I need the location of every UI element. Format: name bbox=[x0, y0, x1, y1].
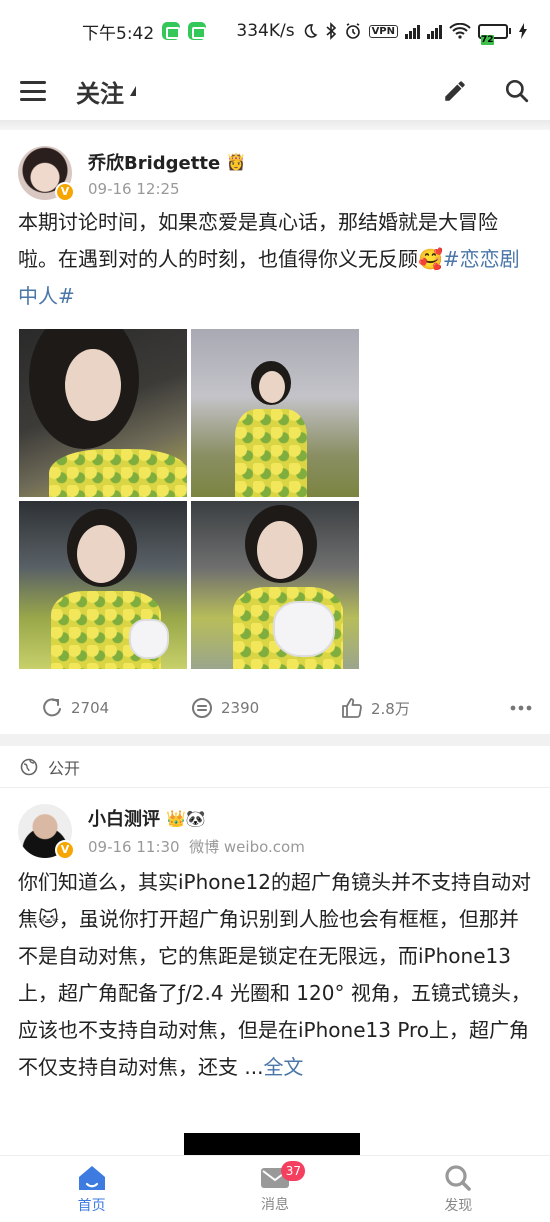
comment-icon bbox=[192, 698, 212, 718]
compose-icon[interactable] bbox=[442, 78, 468, 104]
repost-icon bbox=[43, 698, 61, 717]
app-notification-icon bbox=[188, 22, 207, 40]
comment-count: 2390 bbox=[221, 699, 260, 717]
search-icon[interactable] bbox=[504, 78, 530, 104]
post-image[interactable] bbox=[191, 501, 359, 669]
username[interactable]: 乔欣Bridgette bbox=[88, 149, 220, 175]
post-card[interactable]: V 小白测评 👑🐼 09-16 11:30 微博 weibo.com 你们知道么… bbox=[0, 788, 550, 1086]
thumbs-up-icon bbox=[342, 698, 362, 718]
verified-badge-icon: V bbox=[55, 182, 75, 202]
vpn-icon: VPN bbox=[368, 24, 398, 38]
wifi-icon bbox=[449, 23, 471, 39]
image-grid bbox=[19, 329, 550, 669]
status-time: 下午5:42 bbox=[82, 23, 155, 44]
post-image[interactable] bbox=[19, 501, 187, 669]
post-image-peek[interactable] bbox=[184, 1133, 360, 1155]
battery-level: 72 bbox=[481, 34, 494, 45]
moon-icon bbox=[304, 24, 317, 38]
tab-label: 消息 bbox=[260, 1196, 289, 1213]
tab-label: 发现 bbox=[444, 1197, 473, 1214]
unread-badge: 37 bbox=[281, 1161, 306, 1181]
tab-discover[interactable]: 发现 bbox=[367, 1156, 550, 1222]
tab-messages[interactable]: 37 消息 bbox=[183, 1156, 366, 1222]
comment-button[interactable]: 2390 bbox=[190, 696, 340, 720]
post-text[interactable]: 你们知道么，其实iPhone12的超广角镜头并不支持自动对焦🐱，虽说你打开超广角… bbox=[0, 864, 550, 1086]
tab-home[interactable]: 首页 bbox=[0, 1156, 183, 1222]
avatar[interactable]: V bbox=[18, 146, 75, 202]
app-notification-icon bbox=[162, 22, 181, 40]
repost-count: 2704 bbox=[71, 699, 110, 717]
badge-emoji-icon: 👑🐼 bbox=[166, 808, 206, 828]
feed-selector[interactable]: 关注 bbox=[76, 74, 124, 109]
like-button[interactable]: 2.8万 bbox=[340, 696, 480, 720]
top-nav: 关注 bbox=[0, 62, 550, 120]
signal-icon bbox=[405, 23, 420, 39]
post-body: 你们知道么，其实iPhone12的超广角镜头并不支持自动对焦🐱，虽说你打开超广角… bbox=[18, 870, 531, 1079]
post-time: 09-16 12:25 bbox=[88, 179, 180, 198]
post-image[interactable] bbox=[191, 329, 359, 497]
post-source: 微博 weibo.com bbox=[189, 838, 305, 856]
tab-label: 首页 bbox=[77, 1197, 106, 1214]
alarm-icon bbox=[345, 23, 360, 39]
like-count: 2.8万 bbox=[371, 699, 410, 718]
bluetooth-icon bbox=[326, 22, 336, 40]
more-options-icon[interactable] bbox=[510, 705, 532, 711]
avatar[interactable]: V bbox=[18, 804, 75, 860]
post-body: 本期讨论时间，如果恋爱是真心话，那结婚就是大冒险啦。在遇到对的人的时刻，也值得你… bbox=[18, 210, 498, 271]
username[interactable]: 小白测评 bbox=[88, 805, 160, 831]
globe-icon bbox=[20, 758, 38, 775]
search-icon bbox=[445, 1164, 472, 1191]
caret-down-icon[interactable] bbox=[130, 86, 136, 96]
visibility-label: 公开 bbox=[48, 758, 81, 778]
charging-icon bbox=[519, 23, 527, 39]
battery-icon: 72 bbox=[478, 23, 511, 45]
post-time: 09-16 11:30 bbox=[88, 838, 180, 856]
status-bar: 下午5:42 334K/s VPN 72 bbox=[0, 0, 550, 62]
divider bbox=[0, 120, 550, 130]
bottom-tab-bar: 首页 37 消息 发现 bbox=[0, 1155, 550, 1222]
post-text[interactable]: 本期讨论时间，如果恋爱是真心话，那结婚就是大冒险啦。在遇到对的人的时刻，也值得你… bbox=[0, 204, 550, 315]
repost-button[interactable]: 2704 bbox=[40, 696, 190, 720]
post-image[interactable] bbox=[19, 329, 187, 497]
visibility-row: 公开 bbox=[0, 746, 550, 788]
full-text-link[interactable]: 全文 bbox=[263, 1055, 303, 1079]
home-icon bbox=[78, 1165, 105, 1190]
net-speed: 334K/s bbox=[236, 21, 295, 41]
divider bbox=[0, 734, 550, 746]
menu-icon[interactable] bbox=[20, 81, 46, 101]
verified-badge-icon: V bbox=[55, 840, 75, 860]
post-card[interactable]: V 乔欣Bridgette 👸 09-16 12:25 本期讨论时间，如果恋爱是… bbox=[0, 130, 550, 747]
crown-badge-icon: 👸 bbox=[226, 152, 247, 171]
signal-icon bbox=[427, 23, 442, 39]
